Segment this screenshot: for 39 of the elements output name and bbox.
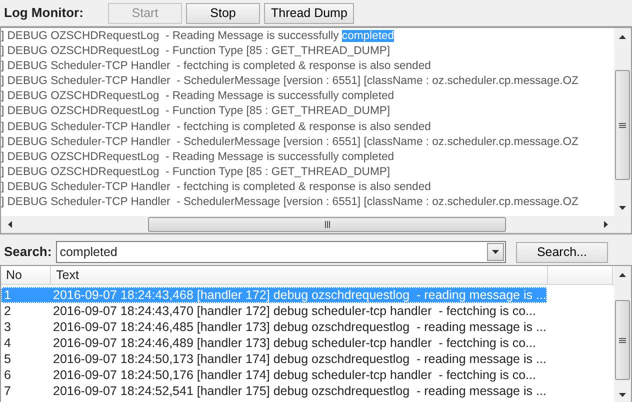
column-header[interactable]: Text <box>51 266 548 284</box>
scroll-up-icon[interactable] <box>619 34 626 38</box>
search-field[interactable]: completed <box>56 241 506 263</box>
search-button[interactable]: Search... <box>516 242 608 262</box>
scrollbar-thumb[interactable] <box>615 300 630 380</box>
table-row[interactable]: 6 2016-09-07 18:24:50,176 [handler 174] debug scheduler-tcp handler - fectching is co... <box>1 367 547 383</box>
scroll-right-icon[interactable] <box>604 221 608 228</box>
log-line: ] DEBUG Scheduler-TCP Handler - SchedulerMessage [version : 6551] [className : oz.scheduler.cp.message.OZ <box>1 134 580 150</box>
scrollbar-grip-icon <box>324 221 330 228</box>
log-line: ] DEBUG OZSCHDRequestLog - Function Type [85 : GET_THREAD_DUMP] <box>1 104 392 120</box>
log-line: ] DEBUG Scheduler-TCP Handler - SchedulerMessage [version : 6551] [className : oz.scheduler.cp.message.OZ <box>1 195 580 210</box>
table-row[interactable]: 3 2016-09-07 18:24:46,485 [handler 173] debug ozschdrequestlog - reading message is ... <box>1 319 547 335</box>
log-line: ] DEBUG OZSCHDRequestLog - Reading Message is successfully completed <box>1 89 396 104</box>
log-line: ] DEBUG Scheduler-TCP Handler - fectching is completed & response is also sended <box>1 180 432 195</box>
table-row[interactable]: 7 2016-09-07 18:24:52,541 [handler 175] debug ozschdrequestlog - reading message is ... <box>1 383 547 399</box>
scrollbar-thumb[interactable] <box>148 217 506 232</box>
table-row[interactable]: 5 2016-09-07 18:24:50,173 [handler 174] debug ozschdrequestlog - reading message is ... <box>1 351 547 367</box>
scrollbar-thumb[interactable] <box>615 70 630 180</box>
log-line: ] DEBUG Scheduler-TCP Handler - SchedulerMessage [version : 6551] [className : oz.scheduler.cp.message.OZ <box>1 74 580 90</box>
table-row[interactable]: 4 2016-09-07 18:24:46,489 [handler 173] debug scheduler-tcp handler - fectching is co... <box>1 335 547 351</box>
log-line: ] DEBUG OZSCHDRequestLog - Function Type [85 : GET_THREAD_DUMP] <box>1 44 392 60</box>
table-row[interactable]: 2 2016-09-07 18:24:43,470 [handler 172] debug scheduler-tcp handler - fectching is co... <box>1 303 547 319</box>
toolbar-button[interactable]: Stop <box>186 2 260 24</box>
column-header[interactable]: No <box>1 266 51 284</box>
scroll-left-icon[interactable] <box>8 221 12 228</box>
log-line: ] DEBUG Scheduler-TCP Handler - fectching is completed & response is also sended <box>1 120 432 135</box>
log-line: ] DEBUG OZSCHDRequestLog - Reading Message is successfully completed <box>1 29 396 44</box>
toolbar-button[interactable]: Thread Dump <box>264 2 354 24</box>
toolbar-label: Log Monitor: <box>4 4 84 22</box>
scroll-up-icon[interactable] <box>619 272 626 276</box>
scrollbar-grip-icon <box>619 338 626 342</box>
scrollbar-grip-icon <box>619 122 626 128</box>
scroll-down-icon[interactable] <box>619 392 626 396</box>
dropdown-icon[interactable] <box>492 250 499 254</box>
scroll-down-icon[interactable] <box>619 206 626 210</box>
log-line: ] DEBUG OZSCHDRequestLog - Function Type [85 : GET_THREAD_DUMP] <box>1 164 392 180</box>
log-line: ] DEBUG Scheduler-TCP Handler - fectching is completed & response is also sended <box>1 59 432 74</box>
search-label: Search: <box>4 243 52 262</box>
log-line: ] DEBUG OZSCHDRequestLog - Reading Message is successfully completed <box>1 150 396 165</box>
